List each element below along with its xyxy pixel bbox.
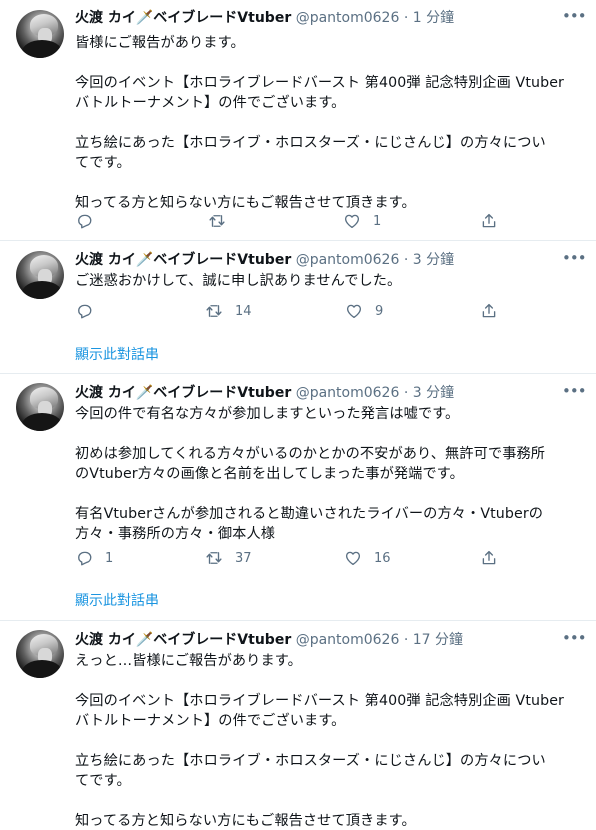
tweet-header: 火渡 カイ🗡️ベイブレードVtuber @pantom0626 · 3 分鐘 [75, 250, 582, 270]
avatar[interactable] [16, 383, 64, 431]
tweet-text: えっと…皆様にご報告があります。 今回のイベント【ホロライブレードバースト 第4… [75, 653, 564, 829]
timestamp[interactable]: · 1 分鐘 [404, 10, 454, 26]
reply-button[interactable] [75, 211, 105, 231]
retweet-button[interactable] [208, 211, 238, 231]
display-name[interactable]: 火渡 カイ🗡️ベイブレードVtuber [75, 252, 291, 268]
more-icon[interactable]: ••• [562, 9, 587, 30]
like-button[interactable]: 9 [345, 301, 383, 321]
user-handle[interactable]: @pantom0626 [296, 632, 400, 648]
avatar[interactable] [16, 630, 64, 678]
reply-icon [78, 304, 92, 319]
like-button[interactable]: 1 [343, 211, 381, 231]
show-thread-link[interactable]: 顯示此對話串 [75, 344, 159, 364]
display-name[interactable]: 火渡 カイ🗡️ベイブレードVtuber [75, 385, 291, 401]
tweet-text: 今回の件で有名な方々が参加しますといった発言は嘘です。 初めは参加してくれる方々… [75, 406, 546, 542]
tweet-1[interactable]: 火渡 カイ🗡️ベイブレードVtuber @pantom0626 · 1 分鐘 •… [0, 0, 596, 240]
timestamp[interactable]: · 3 分鐘 [404, 385, 454, 401]
reply-button[interactable] [75, 301, 105, 321]
user-handle[interactable]: @pantom0626 [296, 385, 400, 401]
share-button[interactable] [480, 548, 498, 568]
retweet-button[interactable]: 14 [205, 301, 252, 321]
more-icon[interactable]: ••• [562, 251, 587, 272]
tweet-header: 火渡 カイ🗡️ベイブレードVtuber @pantom0626 · 17 分鐘 [75, 630, 582, 650]
retweet-count: 14 [235, 303, 252, 319]
user-handle[interactable]: @pantom0626 [296, 252, 400, 268]
more-icon[interactable]: ••• [562, 384, 587, 405]
tweet-header: 火渡 カイ🗡️ベイブレードVtuber @pantom0626 · 3 分鐘 [75, 383, 582, 403]
retweet-button[interactable]: 37 [205, 548, 252, 568]
action-bar: 1 [70, 211, 510, 231]
user-handle[interactable]: @pantom0626 [296, 10, 400, 26]
like-button[interactable]: 16 [344, 548, 391, 568]
action-bar: 1 37 16 [70, 548, 510, 568]
action-bar: 14 9 [70, 301, 510, 321]
like-count: 9 [375, 303, 384, 319]
retweet-icon [209, 215, 225, 227]
like-count: 16 [374, 550, 391, 566]
tweet-header: 火渡 カイ🗡️ベイブレードVtuber @pantom0626 · 1 分鐘 [75, 8, 582, 28]
avatar[interactable] [16, 10, 64, 58]
reply-icon [78, 551, 92, 566]
retweet-icon [206, 305, 222, 317]
like-icon [346, 304, 362, 319]
retweet-count: 37 [235, 550, 252, 566]
tweet-4[interactable]: 火渡 カイ🗡️ベイブレードVtuber @pantom0626 · 17 分鐘 … [0, 621, 596, 830]
reply-icon [78, 214, 92, 229]
retweet-icon [206, 552, 222, 564]
like-icon [344, 214, 360, 229]
share-icon [482, 213, 496, 228]
share-icon [482, 550, 496, 565]
timestamp[interactable]: · 17 分鐘 [404, 632, 463, 648]
show-thread-link[interactable]: 顯示此對話串 [75, 590, 159, 610]
share-button[interactable] [480, 301, 498, 321]
reply-count: 1 [105, 550, 114, 566]
tweet-text: 皆様にご報告があります。 今回のイベント【ホロライブレードバースト 第400弾 … [75, 35, 564, 211]
tweet-3[interactable]: 火渡 カイ🗡️ベイブレードVtuber @pantom0626 · 3 分鐘 •… [0, 374, 596, 620]
tweet-text: ご迷惑おかけして、誠に申し訳ありませんでした。 [75, 273, 402, 289]
tweet-2[interactable]: 火渡 カイ🗡️ベイブレードVtuber @pantom0626 · 3 分鐘 •… [0, 241, 596, 373]
share-icon [482, 303, 496, 318]
reply-button[interactable]: 1 [75, 548, 113, 568]
display-name[interactable]: 火渡 カイ🗡️ベイブレードVtuber [75, 632, 291, 648]
avatar[interactable] [16, 251, 64, 299]
like-count: 1 [373, 213, 382, 229]
share-button[interactable] [480, 211, 498, 231]
timestamp[interactable]: · 3 分鐘 [404, 252, 454, 268]
timeline-feed: 火渡 カイ🗡️ベイブレードVtuber @pantom0626 · 1 分鐘 •… [0, 0, 596, 830]
more-icon[interactable]: ••• [562, 631, 587, 652]
display-name[interactable]: 火渡 カイ🗡️ベイブレードVtuber [75, 10, 291, 26]
like-icon [345, 551, 361, 566]
